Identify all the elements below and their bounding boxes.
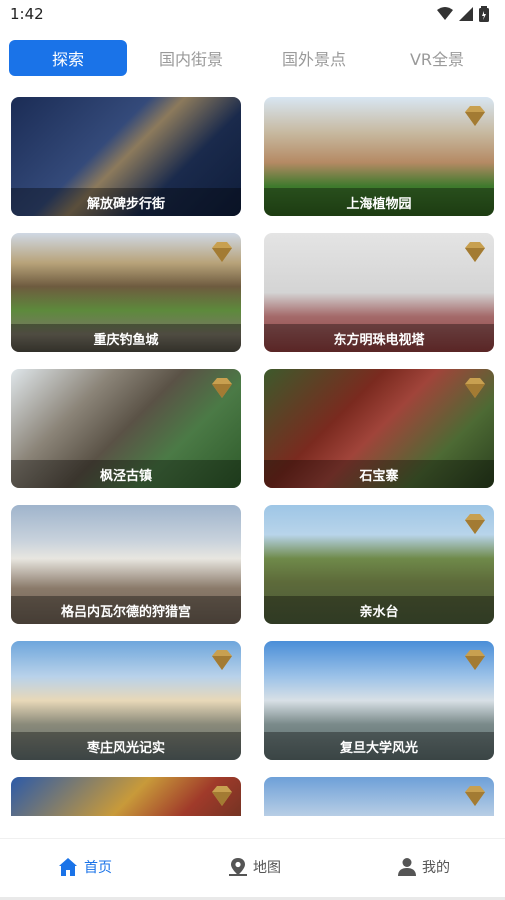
vr-badge-icon bbox=[465, 514, 485, 534]
card-title: 石宝寨 bbox=[264, 460, 494, 488]
vr-badge-icon bbox=[465, 786, 485, 806]
card-title: 上海植物园 bbox=[264, 188, 494, 216]
status-icons bbox=[437, 6, 489, 22]
tab-explore[interactable]: 探索 bbox=[9, 40, 127, 76]
card-title: 东方明珠电视塔 bbox=[264, 324, 494, 352]
card-title: 重庆钓鱼城 bbox=[11, 324, 241, 352]
tab-vr-panorama[interactable]: VR全景 bbox=[378, 40, 496, 76]
card-title: 复旦大学风光 bbox=[264, 732, 494, 760]
vr-badge-icon bbox=[212, 378, 232, 398]
scenic-card[interactable]: 石宝寨 bbox=[264, 369, 494, 488]
card-title: 枣庄风光记实 bbox=[11, 732, 241, 760]
scenic-card[interactable] bbox=[11, 777, 241, 816]
tab-domestic-streetview[interactable]: 国内街景 bbox=[132, 40, 250, 76]
scenic-card[interactable]: 格吕内瓦尔德的狩猎宫 bbox=[11, 505, 241, 624]
home-icon bbox=[59, 858, 77, 876]
nav-mine[interactable]: 我的 bbox=[398, 857, 450, 877]
nav-mine-label: 我的 bbox=[422, 860, 450, 876]
scenic-card[interactable]: 枣庄风光记实 bbox=[11, 641, 241, 760]
card-title: 解放碑步行街 bbox=[11, 188, 241, 216]
vr-badge-icon bbox=[465, 378, 485, 398]
tab-overseas-spots[interactable]: 国外景点 bbox=[255, 40, 373, 76]
vr-badge-icon bbox=[212, 242, 232, 262]
scenic-card[interactable]: 东方明珠电视塔 bbox=[264, 233, 494, 352]
scenic-card[interactable]: 解放碑步行街 bbox=[11, 97, 241, 216]
vr-badge-icon bbox=[465, 650, 485, 670]
vr-badge-icon bbox=[465, 242, 485, 262]
map-pin-icon bbox=[229, 858, 247, 876]
signal-icon bbox=[459, 7, 473, 21]
nav-map[interactable]: 地图 bbox=[229, 857, 281, 877]
vr-badge-icon bbox=[212, 650, 232, 670]
scenic-card[interactable]: 重庆钓鱼城 bbox=[11, 233, 241, 352]
scenic-card[interactable] bbox=[264, 777, 494, 816]
user-icon bbox=[398, 858, 416, 876]
card-title: 格吕内瓦尔德的狩猎宫 bbox=[11, 596, 241, 624]
scenic-card[interactable]: 上海植物园 bbox=[264, 97, 494, 216]
wifi-icon bbox=[437, 7, 453, 20]
nav-map-label: 地图 bbox=[253, 860, 281, 876]
status-bar: 1:42 bbox=[0, 0, 505, 28]
battery-icon bbox=[479, 6, 489, 22]
scenic-card[interactable]: 枫泾古镇 bbox=[11, 369, 241, 488]
scenic-card[interactable]: 亲水台 bbox=[264, 505, 494, 624]
card-title: 枫泾古镇 bbox=[11, 460, 241, 488]
vr-badge-icon bbox=[465, 106, 485, 126]
card-title: 亲水台 bbox=[264, 596, 494, 624]
bottom-nav: 首页 地图 我的 bbox=[0, 838, 505, 899]
scenic-grid: 解放碑步行街 上海植物园 重庆钓鱼城 东方明珠电视塔 枫泾古镇 石宝寨 格吕内瓦… bbox=[0, 96, 505, 816]
scenic-card[interactable]: 复旦大学风光 bbox=[264, 641, 494, 760]
nav-home-label: 首页 bbox=[84, 860, 112, 876]
status-time: 1:42 bbox=[10, 5, 44, 23]
nav-home[interactable]: 首页 bbox=[58, 857, 112, 877]
category-tabs: 探索 国内街景 国外景点 VR全景 bbox=[0, 36, 505, 80]
vr-badge-icon bbox=[212, 786, 232, 806]
